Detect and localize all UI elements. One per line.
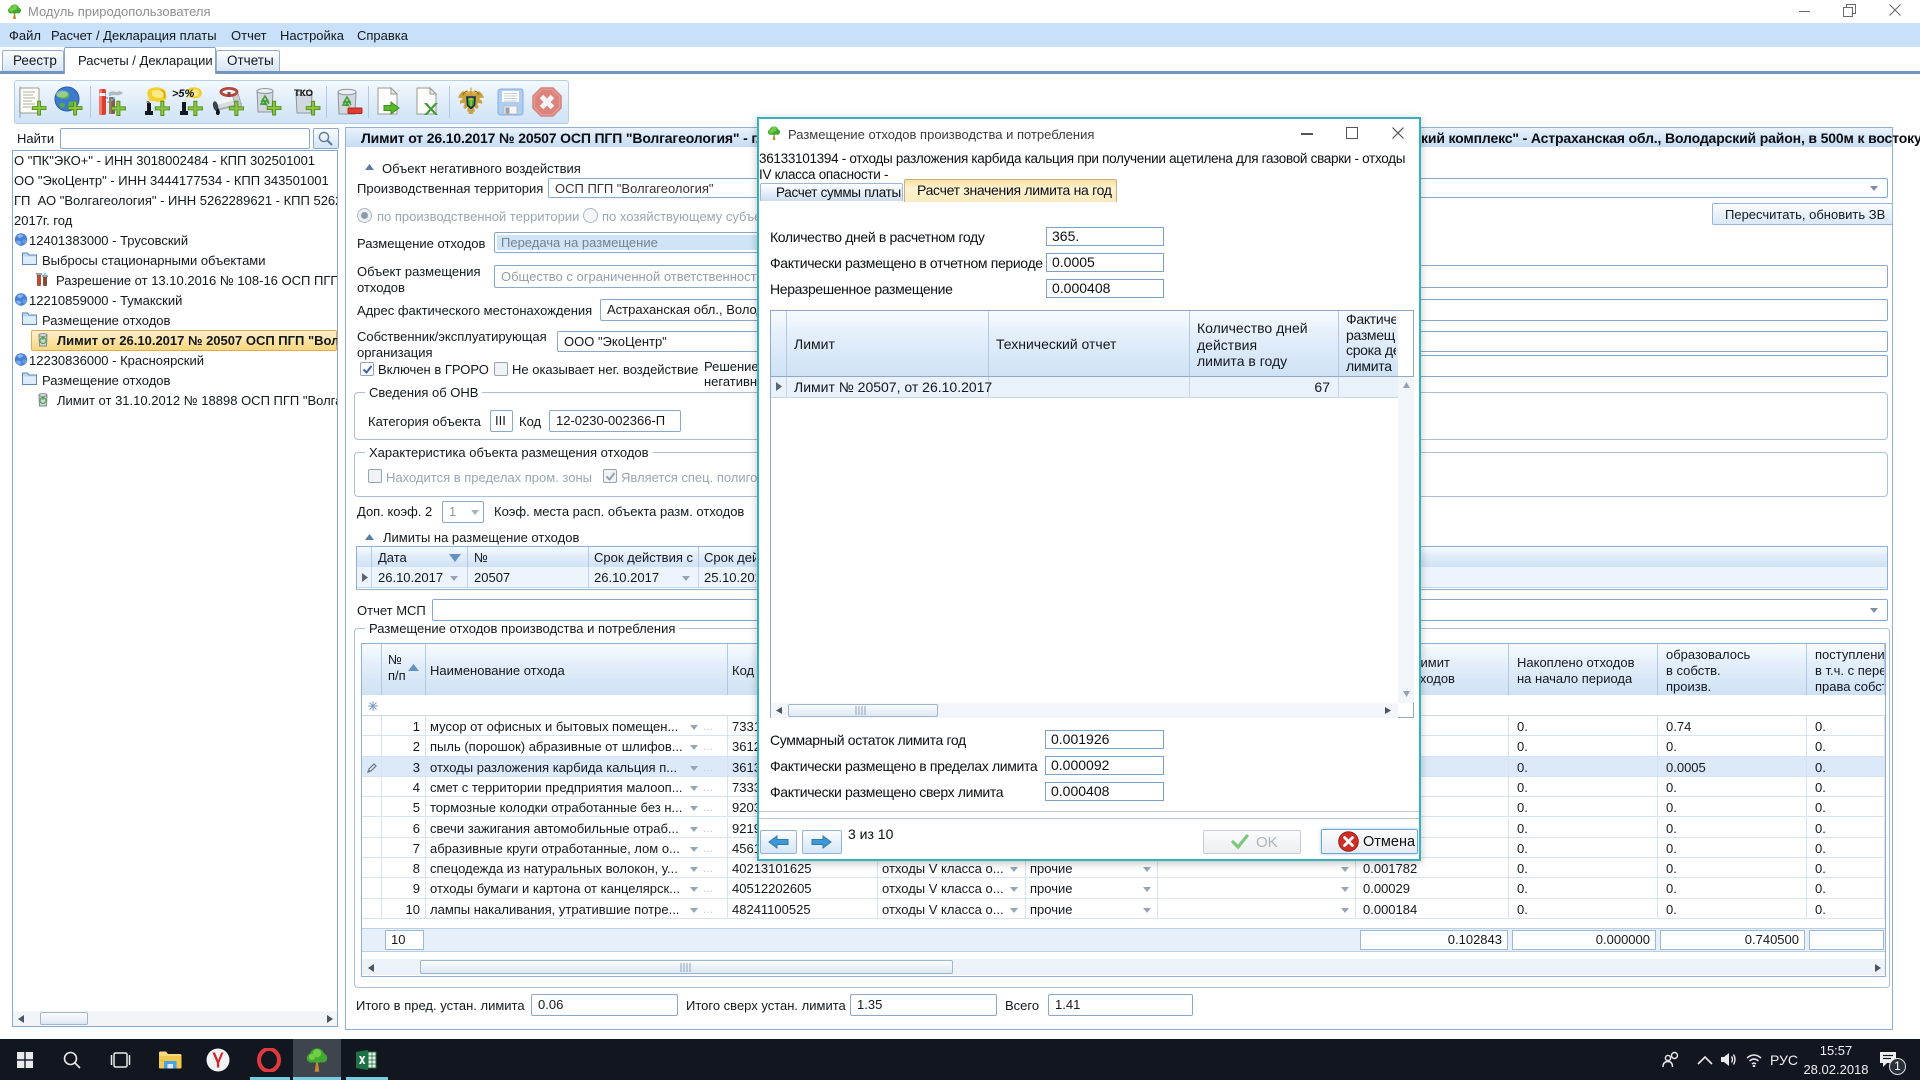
svg-text:>5%: >5%	[172, 88, 195, 100]
svg-text:ТКО: ТКО	[294, 88, 313, 99]
